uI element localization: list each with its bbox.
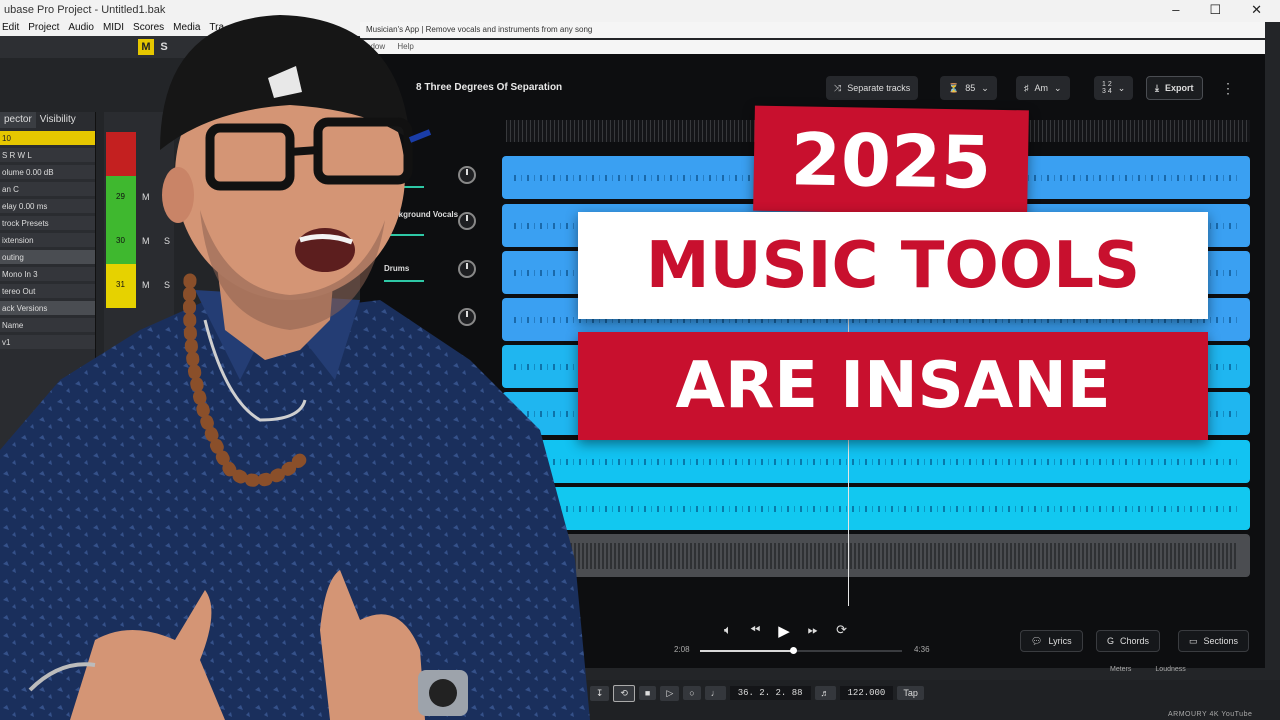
play-icon[interactable]: ▷ bbox=[660, 685, 680, 701]
time-signature-selector[interactable]: 1 2 3 4 ⌄ bbox=[1094, 76, 1134, 100]
chords-button[interactable]: G Chords bbox=[1096, 630, 1161, 652]
chevron-down-icon: ⌄ bbox=[981, 82, 989, 93]
cubase-bottom-tabs: Meters Loudness bbox=[1110, 666, 1186, 673]
tuning-icon: ♯ bbox=[1024, 83, 1029, 93]
lyrics-button[interactable]: 💬︎ Lyrics bbox=[1020, 630, 1083, 652]
separate-tracks-button[interactable]: ⤨ Separate tracks bbox=[826, 76, 919, 100]
sections-button[interactable]: ▭ Sections bbox=[1178, 630, 1250, 652]
export-button[interactable]: ⤓ Export bbox=[1146, 76, 1203, 100]
cubase-transport: 0 🔒︎ ↧ ⟲ ■ ▷ ○ ♩ 36. 2. 2. 88 ♬ 122.000 … bbox=[560, 684, 924, 702]
progress-fill bbox=[700, 650, 793, 652]
chevron-down-icon: ⌄ bbox=[1117, 82, 1126, 93]
more-options-icon[interactable]: ⋮ bbox=[1221, 80, 1235, 97]
tab-loudness[interactable]: Loudness bbox=[1155, 666, 1185, 673]
metronome-icon: ⏳ bbox=[948, 82, 960, 93]
headline-year: 2025 bbox=[753, 105, 1029, 216]
lyrics-label: Lyrics bbox=[1048, 636, 1072, 646]
key-selector[interactable]: ♯ Am ⌄ bbox=[1016, 76, 1070, 100]
maximize-icon[interactable]: ☐ bbox=[1209, 2, 1221, 18]
waveform bbox=[514, 505, 1238, 512]
chords-label: Chords bbox=[1120, 636, 1150, 646]
transport-controls: 🔈︎ ⏪︎ ▶ ⏩︎ ⟳ bbox=[724, 622, 847, 640]
tab-meters[interactable]: Meters bbox=[1110, 666, 1131, 673]
total-time: 4:36 bbox=[914, 645, 930, 654]
presenter-photo bbox=[0, 15, 590, 720]
close-icon[interactable]: ✕ bbox=[1251, 2, 1262, 18]
progress-handle[interactable] bbox=[789, 647, 797, 654]
record-icon[interactable]: ○ bbox=[683, 686, 701, 700]
export-label: Export bbox=[1164, 83, 1194, 93]
download-icon: ⤓ bbox=[1155, 82, 1159, 93]
key-value: Am bbox=[1034, 83, 1049, 93]
stop-icon[interactable]: ■ bbox=[638, 686, 657, 700]
tap-tempo-button[interactable]: Tap bbox=[897, 686, 924, 700]
separate-tracks-label: Separate tracks bbox=[847, 83, 911, 93]
footer-text: ARMOURY 4K YouTube bbox=[1168, 711, 1253, 718]
cycle-icon[interactable]: ⟲ bbox=[613, 684, 635, 702]
minimize-icon[interactable]: – bbox=[1172, 2, 1179, 18]
window-controls: – ☐ ✕ bbox=[1172, 2, 1262, 18]
split-icon: ⤨ bbox=[834, 82, 842, 93]
bpm-selector[interactable]: ⏳ 85 ⌄ bbox=[940, 76, 997, 100]
tempo-track-icon[interactable]: ♬ bbox=[814, 686, 836, 700]
sections-label: Sections bbox=[1203, 636, 1239, 646]
headline-music-tools: MUSIC TOOLS bbox=[578, 212, 1208, 319]
bpm-value: 85 bbox=[965, 83, 976, 93]
sections-icon: ▭ bbox=[1189, 635, 1198, 646]
stem-lane[interactable] bbox=[502, 534, 1250, 577]
volume-icon[interactable]: 🔈︎ bbox=[724, 622, 732, 640]
headline-are-insane: ARE INSANE bbox=[578, 332, 1208, 440]
current-time: 2:08 bbox=[674, 645, 690, 654]
play-icon[interactable]: ▶ bbox=[778, 622, 790, 640]
chords-icon: G bbox=[1107, 636, 1115, 646]
waveform bbox=[514, 458, 1238, 465]
lyrics-icon: 💬︎ bbox=[1031, 635, 1043, 646]
stem-lane[interactable] bbox=[502, 487, 1250, 530]
thumbnail-root: ubase Pro Project - Untitled1.bak – ☐ ✕ … bbox=[0, 0, 1280, 720]
metronome-click-icon[interactable]: ♩ bbox=[704, 686, 726, 700]
tempo-display[interactable]: 122.000 bbox=[839, 686, 894, 700]
waveform bbox=[514, 542, 1238, 569]
time-signature-value: 1 2 3 4 bbox=[1102, 81, 1112, 95]
loop-icon[interactable]: ⟳ bbox=[836, 622, 847, 640]
chevron-down-icon: ⌄ bbox=[1054, 82, 1062, 93]
position-display[interactable]: 36. 2. 2. 88 bbox=[729, 686, 811, 700]
playback-progress[interactable] bbox=[700, 647, 902, 654]
rewind-icon[interactable]: ⏪︎ bbox=[750, 622, 760, 640]
fast-forward-icon[interactable]: ⏩︎ bbox=[808, 622, 818, 640]
stem-lane[interactable] bbox=[502, 440, 1250, 483]
